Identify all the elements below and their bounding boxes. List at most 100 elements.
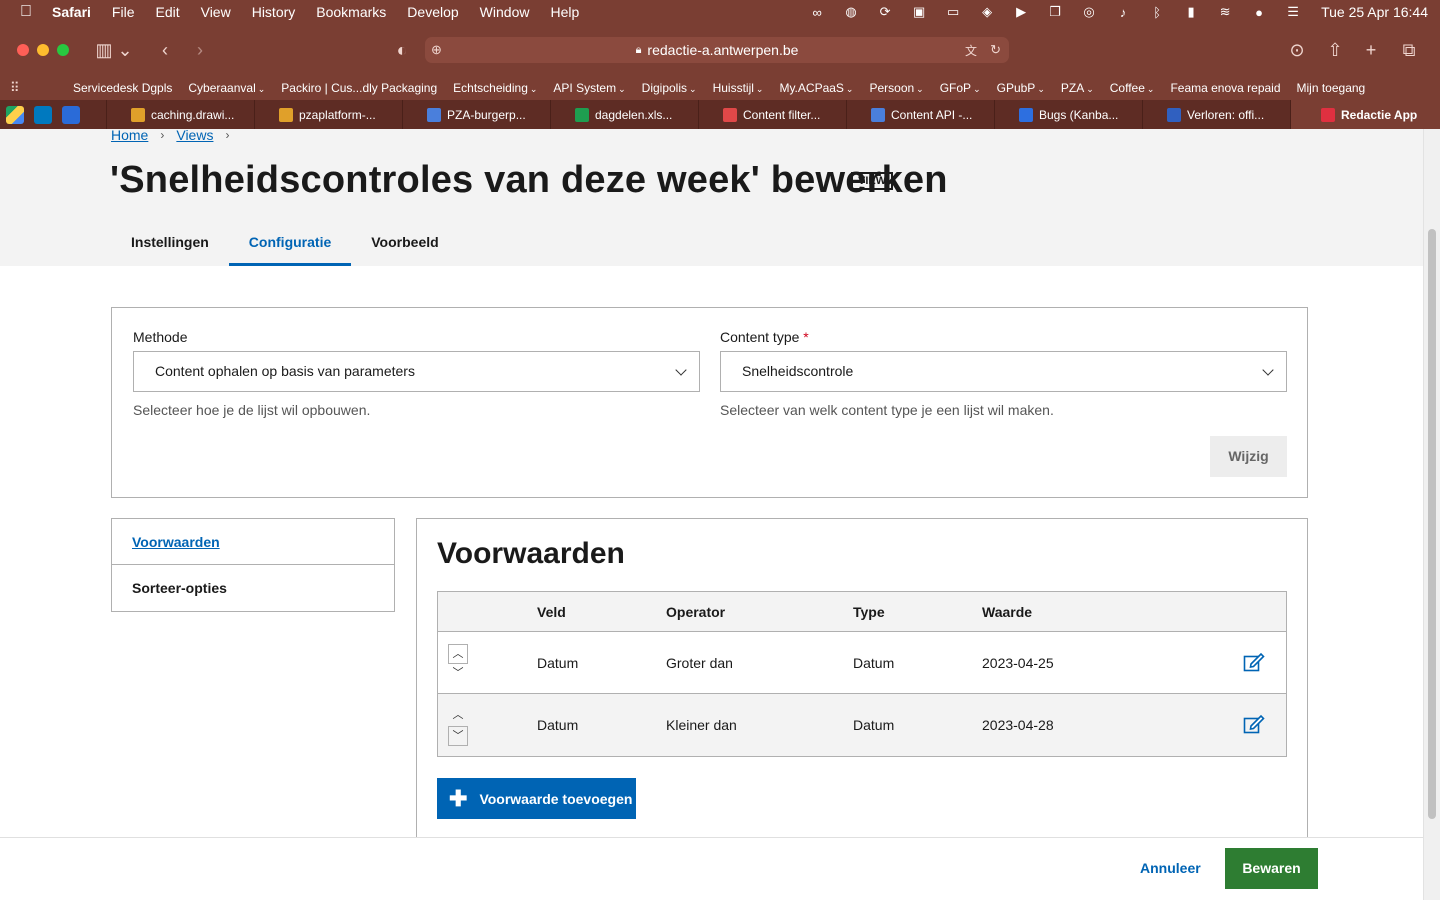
menu-develop[interactable]: Develop (407, 4, 458, 20)
bookmark-item[interactable]: Feama enova repaid (1170, 81, 1280, 95)
menu-edit[interactable]: Edit (155, 4, 179, 20)
sidenav-item-voorwaarden[interactable]: Voorwaarden (112, 519, 394, 565)
close-window-button[interactable] (17, 44, 29, 56)
menu-help[interactable]: Help (550, 4, 579, 20)
back-icon[interactable]: ‹ (155, 38, 175, 62)
wifi-icon[interactable]: ≋ (1215, 4, 1235, 19)
new-tab-icon[interactable]: + (1360, 38, 1382, 62)
tab-overview-icon[interactable]: ⧉ (1398, 38, 1420, 62)
battery-icon[interactable]: ▮ (1181, 4, 1201, 19)
control-center-icon[interactable]: ☰ (1283, 4, 1303, 19)
todo-pinned-tab-icon[interactable] (62, 105, 80, 124)
address-bar[interactable]: ⊕ 🔒︎ redactie-a.antwerpen.be 文 ↻ (425, 37, 1009, 63)
sidebar-toggle-icon[interactable]: ▥ ⌄ (94, 38, 134, 62)
bookmark-item[interactable]: Packiro | Cus...dly Packaging (281, 81, 437, 95)
menu-history[interactable]: History (252, 4, 296, 20)
breadcrumb: Home › Views › (111, 129, 241, 143)
bookmark-item[interactable]: Persoon ⌄ (869, 81, 923, 95)
voorwaarden-title: Voorwaarden (437, 537, 625, 570)
volume-icon[interactable]: ♪ (1113, 5, 1133, 20)
page-scrollbar[interactable] (1423, 129, 1440, 900)
browser-tab[interactable]: Content API -... (846, 100, 994, 129)
layers-icon[interactable]: ◈ (977, 4, 997, 19)
trello-pinned-tab-icon[interactable] (34, 105, 52, 124)
card-icon[interactable]: ▭ (943, 4, 963, 19)
browser-tab[interactable]: dagdelen.xls... (550, 100, 698, 129)
bookmark-item[interactable]: GFoP ⌄ (940, 81, 981, 95)
wijzig-button[interactable]: Wijzig (1210, 436, 1287, 477)
sidenav-item-sorteer-opties[interactable]: Sorteer-opties (112, 565, 394, 611)
bookmark-item[interactable]: PZA ⌄ (1061, 81, 1094, 95)
bookmark-item[interactable]: GPubP ⌄ (997, 81, 1045, 95)
menu-app[interactable]: Safari (52, 4, 91, 20)
user-icon[interactable]: ● (1249, 5, 1269, 20)
move-up-icon[interactable]: ︿ (448, 644, 468, 664)
globe-icon[interactable]: ◍ (841, 4, 861, 19)
infinity-icon[interactable]: ∞ (807, 5, 827, 20)
favicon-icon (723, 107, 737, 122)
breadcrumb-views[interactable]: Views (176, 129, 213, 143)
browser-tab[interactable]: pzaplatform-... (254, 100, 402, 129)
move-down-icon[interactable]: ﹀ (448, 726, 468, 746)
airdrop-icon[interactable]: ◎ (1079, 4, 1099, 19)
parking-icon[interactable]: ▣ (909, 4, 929, 19)
bookmark-item[interactable]: My.ACPaaS ⌄ (779, 81, 853, 95)
browser-tab[interactable]: Content filter... (698, 100, 846, 129)
sync-icon[interactable]: ⟳ (875, 4, 895, 19)
bookmark-item[interactable]: Mijn toegang (1297, 81, 1366, 95)
play-icon[interactable]: ▶ (1011, 4, 1031, 19)
save-button[interactable]: Bewaren (1225, 848, 1318, 889)
window-icon[interactable]: ❐ (1045, 4, 1065, 19)
menu-view[interactable]: View (201, 4, 231, 20)
column-header-operator: Operator (666, 604, 726, 620)
add-voorwaarde-button[interactable]: ✚ Voorwaarde toevoegen (437, 778, 636, 819)
tab-instellingen[interactable]: Instellingen (111, 225, 229, 266)
browser-tab[interactable]: caching.drawi... (106, 100, 254, 129)
browser-tab[interactable]: Redactie App (1290, 100, 1440, 129)
favicon-icon (575, 107, 589, 122)
bookmark-item[interactable]: Digipolis ⌄ (642, 81, 697, 95)
bookmark-label: Packiro | Cus...dly Packaging (281, 81, 438, 95)
forward-icon[interactable]: › (190, 38, 210, 62)
translate-icon[interactable]: 文 (965, 42, 977, 59)
menu-bookmarks[interactable]: Bookmarks (316, 4, 386, 20)
apple-icon[interactable]:  (0, 3, 52, 21)
methode-select[interactable]: Content ophalen op basis van parameters (133, 351, 700, 392)
content-area: Methode Content ophalen op basis van par… (0, 266, 1423, 900)
content-type-label-text: Content type (720, 329, 800, 345)
zoom-window-button[interactable] (57, 44, 69, 56)
bookmark-item[interactable]: Cyberaanval ⌄ (188, 81, 265, 95)
bookmark-item[interactable]: Huisstijl ⌄ (713, 81, 764, 95)
share-icon[interactable]: ⇧ (1324, 38, 1346, 62)
reload-icon[interactable]: ↻ (990, 42, 1001, 58)
move-down-icon[interactable]: ﹀ (448, 664, 468, 684)
menu-file[interactable]: File (112, 4, 135, 20)
drive-pinned-tab-icon[interactable] (6, 105, 24, 124)
browser-tab-label: dagdelen.xls... (595, 107, 673, 122)
bookmark-item[interactable]: API System ⌄ (553, 81, 625, 95)
privacy-shield-icon[interactable]: ◐ (391, 38, 413, 62)
move-up-icon[interactable]: ︿ (448, 706, 468, 726)
menubar-clock[interactable]: Tue 25 Apr 16:44 (1321, 4, 1428, 20)
edit-icon[interactable] (1243, 714, 1265, 734)
cancel-button[interactable]: Annuleer (1128, 848, 1213, 889)
minimize-window-button[interactable] (37, 44, 49, 56)
scrollbar-thumb[interactable] (1428, 229, 1436, 819)
menu-window[interactable]: Window (480, 4, 530, 20)
bookmark-item[interactable]: Echtscheiding ⌄ (453, 81, 537, 95)
apps-grid-icon[interactable]: ⠿ (10, 80, 73, 96)
tab-configuratie[interactable]: Configuratie (228, 225, 352, 266)
bookmark-item[interactable]: Coffee ⌄ (1110, 81, 1155, 95)
content-type-select[interactable]: Snelheidscontrole (720, 351, 1287, 392)
bluetooth-icon[interactable]: ᛒ (1147, 5, 1167, 20)
browser-tab[interactable]: Verloren: offi... (1142, 100, 1290, 129)
browser-tab[interactable]: Bugs (Kanba... (994, 100, 1142, 129)
tab-voorbeeld[interactable]: Voorbeeld (351, 225, 458, 266)
downloads-icon[interactable]: ⊙ (1286, 38, 1308, 62)
page-settings-icon[interactable]: ⊕ (431, 42, 442, 58)
browser-tab[interactable]: PZA-burgerp... (402, 100, 550, 129)
bookmark-item[interactable]: Servicedesk Dgpls (73, 81, 172, 95)
edit-icon[interactable] (1243, 652, 1265, 672)
cell-veld: Datum (537, 717, 579, 733)
breadcrumb-home[interactable]: Home (111, 129, 148, 143)
